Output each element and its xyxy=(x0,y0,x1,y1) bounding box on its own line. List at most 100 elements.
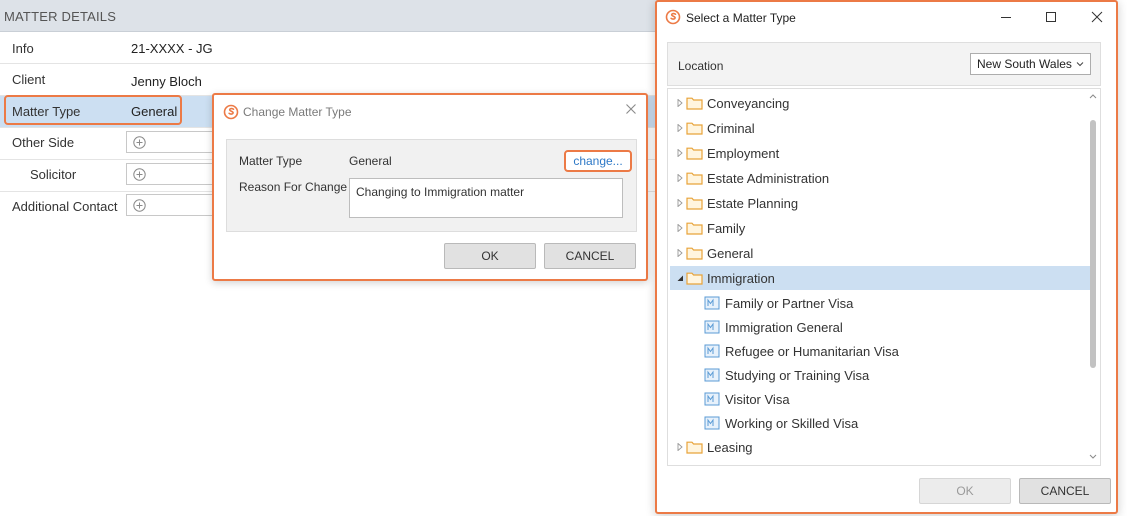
tree-item-general[interactable]: General xyxy=(670,241,1090,265)
matter-icon xyxy=(704,416,720,430)
close-icon[interactable] xyxy=(1087,7,1107,27)
ok-button[interactable]: OK xyxy=(444,243,536,269)
tree-item-conveyancing[interactable]: Conveyancing xyxy=(670,91,1090,115)
matter-icon xyxy=(704,344,720,358)
solicitor-field[interactable] xyxy=(126,163,226,185)
change-link[interactable]: change... xyxy=(564,150,632,172)
tree-item-label: Leasing xyxy=(707,440,753,455)
tree-item-label: Employment xyxy=(707,146,780,161)
scroll-thumb[interactable] xyxy=(1090,120,1096,368)
tree-scrollbar[interactable] xyxy=(1087,90,1099,464)
matter-type-tree: Conveyancing Criminal Employment Estate … xyxy=(667,88,1101,466)
chevron-down-icon[interactable] xyxy=(676,274,684,282)
folder-icon xyxy=(686,247,703,260)
tree-item-estate-planning[interactable]: Estate Planning xyxy=(670,191,1090,215)
close-icon[interactable] xyxy=(624,102,638,116)
add-icon[interactable] xyxy=(133,199,146,212)
additional-contact-label: Additional Contact xyxy=(12,199,118,214)
add-icon[interactable] xyxy=(133,168,146,181)
add-icon[interactable] xyxy=(133,136,146,149)
ok-button[interactable]: OK xyxy=(919,478,1011,504)
chevron-right-icon[interactable] xyxy=(676,199,684,207)
minimize-icon[interactable] xyxy=(996,7,1016,27)
tree-item-label: Estate Planning xyxy=(707,196,799,211)
tree-item-label: General xyxy=(707,246,754,261)
tree-item-label: Conveyancing xyxy=(707,96,790,111)
other-side-field[interactable] xyxy=(126,131,226,153)
tree-child-refugee-or-humanitarian-visa[interactable]: Refugee or Humanitarian Visa xyxy=(670,339,1090,363)
folder-icon xyxy=(686,122,703,135)
tree-item-immigration[interactable]: Immigration xyxy=(670,266,1090,290)
chevron-right-icon[interactable] xyxy=(676,443,684,451)
matter-type-highlight xyxy=(4,95,182,125)
matter-icon xyxy=(704,296,720,310)
chevron-right-icon[interactable] xyxy=(676,124,684,132)
cancel-button[interactable]: CANCEL xyxy=(544,243,636,269)
tree-child-studying-or-training-visa[interactable]: Studying or Training Visa xyxy=(670,363,1090,387)
tree-item-employment[interactable]: Employment xyxy=(670,141,1090,165)
chevron-right-icon[interactable] xyxy=(676,99,684,107)
logo-icon xyxy=(223,104,239,120)
reason-input[interactable]: Changing to Immigration matter xyxy=(349,178,623,218)
folder-icon xyxy=(686,172,703,185)
tree-item-label: Family xyxy=(707,221,746,236)
tree-child-label: Refugee or Humanitarian Visa xyxy=(725,344,899,359)
reason-label: Reason For Change xyxy=(239,180,348,194)
tree-child-label: Family or Partner Visa xyxy=(725,296,854,311)
tree-item-criminal[interactable]: Criminal xyxy=(670,116,1090,140)
chevron-right-icon[interactable] xyxy=(676,224,684,232)
tree-item-label: Immigration xyxy=(707,271,775,286)
location-label: Location xyxy=(678,59,724,73)
change-matter-type-dialog: Change Matter Type Matter Type General c… xyxy=(212,93,648,281)
folder-icon xyxy=(686,441,703,454)
client-label: Client xyxy=(12,72,46,87)
location-select[interactable]: New South Wales xyxy=(970,53,1091,75)
select-matter-type-window: Select a Matter Type Location New South … xyxy=(655,0,1118,514)
matter-type-value: General xyxy=(349,154,392,168)
dialog-body: Matter Type General change... Reason For… xyxy=(226,139,637,232)
row-info: Info 21-XXXX - JG xyxy=(0,32,660,64)
scroll-down-icon[interactable] xyxy=(1089,454,1097,460)
tree-child-visitor-visa[interactable]: Visitor Visa xyxy=(670,387,1090,411)
tree-item-label: Criminal xyxy=(707,121,755,136)
maximize-icon[interactable] xyxy=(1041,7,1061,27)
matter-icon xyxy=(704,392,720,406)
tree-item-estate-administration[interactable]: Estate Administration xyxy=(670,166,1090,190)
matter-details-title: MATTER DETAILS xyxy=(4,9,117,24)
location-select-value: New South Wales xyxy=(977,57,1072,71)
matter-icon xyxy=(704,368,720,382)
tree-child-family-or-partner-visa[interactable]: Family or Partner Visa xyxy=(670,291,1090,315)
cancel-button[interactable]: CANCEL xyxy=(1019,478,1111,504)
additional-contact-field[interactable] xyxy=(126,194,226,216)
other-side-label: Other Side xyxy=(12,135,75,150)
window-title: Select a Matter Type xyxy=(686,11,796,25)
location-bar: Location New South Wales xyxy=(667,42,1101,86)
tree-child-label: Studying or Training Visa xyxy=(725,368,870,383)
tree-child-label: Visitor Visa xyxy=(725,392,790,407)
scroll-up-icon[interactable] xyxy=(1089,93,1097,99)
tree-child-label: Immigration General xyxy=(725,320,843,335)
info-value: 21-XXXX - JG xyxy=(131,41,213,56)
folder-icon xyxy=(686,97,703,110)
tree-child-immigration-general[interactable]: Immigration General xyxy=(670,315,1090,339)
matter-details-header: MATTER DETAILS xyxy=(0,0,660,32)
client-value[interactable]: Jenny Bloch xyxy=(131,74,202,89)
folder-icon xyxy=(686,197,703,210)
matter-type-label: Matter Type xyxy=(239,154,303,168)
tree-child-label: Working or Skilled Visa xyxy=(725,416,859,431)
folder-icon xyxy=(686,147,703,160)
matter-icon xyxy=(704,320,720,334)
chevron-right-icon[interactable] xyxy=(676,249,684,257)
tree-item-family[interactable]: Family xyxy=(670,216,1090,240)
row-client: Client Jenny Bloch xyxy=(0,64,660,96)
folder-icon xyxy=(686,222,703,235)
chevron-down-icon xyxy=(1076,62,1084,67)
tree-item-leasing[interactable]: Leasing xyxy=(670,435,1090,459)
folder-icon xyxy=(686,272,703,285)
tree-child-working-or-skilled-visa[interactable]: Working or Skilled Visa xyxy=(670,411,1090,435)
chevron-right-icon[interactable] xyxy=(676,174,684,182)
chevron-right-icon[interactable] xyxy=(676,149,684,157)
tree-item-label: Estate Administration xyxy=(707,171,830,186)
info-label: Info xyxy=(12,41,34,56)
logo-icon xyxy=(665,9,681,25)
